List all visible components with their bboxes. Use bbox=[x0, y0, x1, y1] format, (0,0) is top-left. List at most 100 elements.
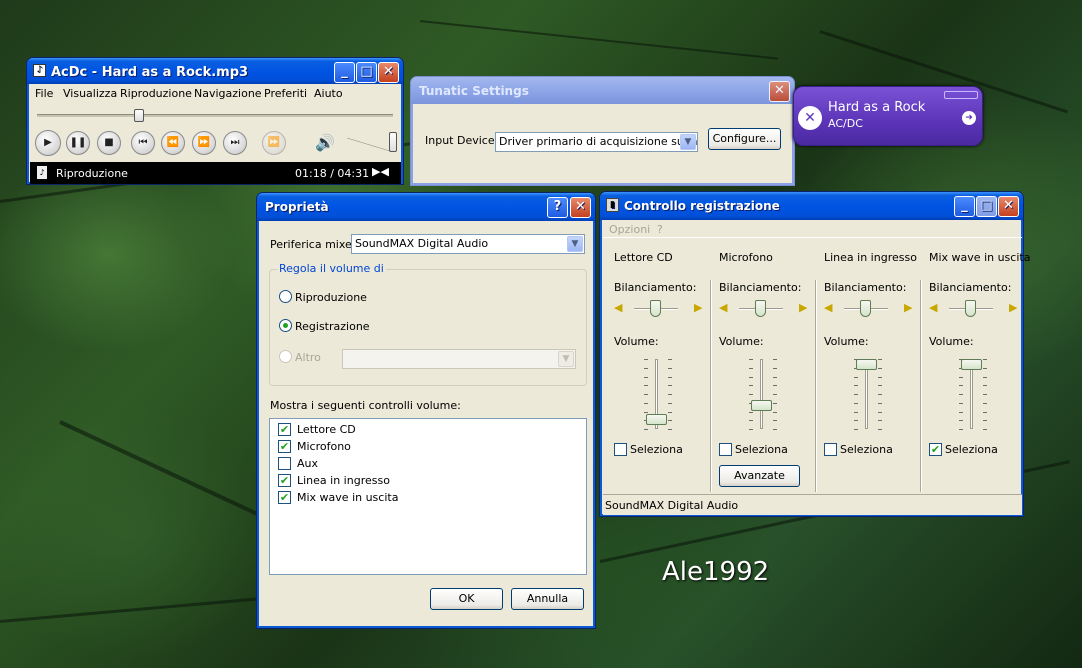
radio-playback-label[interactable]: Riproduzione bbox=[295, 291, 367, 304]
fast-forward-button[interactable]: ⏩ bbox=[192, 131, 216, 155]
checkbox-linea-in-ingresso[interactable]: ✔ bbox=[278, 474, 291, 487]
volume-thumb[interactable] bbox=[856, 359, 877, 370]
volume-slider[interactable] bbox=[347, 138, 393, 152]
select-label[interactable]: Seleziona bbox=[630, 443, 683, 456]
mixer-device-select[interactable]: SoundMAX Digital Audio ▼ bbox=[351, 234, 585, 254]
list-item[interactable]: Aux bbox=[297, 457, 318, 470]
checkbox-lettore-cd[interactable]: ✔ bbox=[278, 423, 291, 436]
tunatic-widget[interactable]: ✕ Hard as a Rock AC/DC ➜ bbox=[793, 86, 983, 146]
checkbox-mix-wave[interactable]: ✔ bbox=[278, 491, 291, 504]
cancel-button[interactable]: Annulla bbox=[511, 588, 584, 610]
balance-thumb[interactable] bbox=[860, 300, 871, 317]
configure-button[interactable]: Configure... bbox=[708, 128, 781, 150]
list-item[interactable]: Microfono bbox=[297, 440, 351, 453]
radio-record-label[interactable]: Registrazione bbox=[295, 320, 370, 333]
volume-thumb[interactable] bbox=[751, 399, 772, 411]
list-item[interactable]: Mix wave in uscita bbox=[297, 491, 398, 504]
column-separator bbox=[710, 280, 712, 492]
radio-record[interactable] bbox=[279, 319, 292, 332]
list-item[interactable]: Lettore CD bbox=[297, 423, 356, 436]
checkbox-microfono[interactable]: ✔ bbox=[278, 440, 291, 453]
properties-dialog: Proprietà ? ✕ Periferica mixer: SoundMAX… bbox=[256, 192, 596, 629]
other-device-select[interactable]: ▼ bbox=[342, 349, 576, 369]
channel-name: Lettore CD bbox=[614, 251, 673, 264]
volume-tick bbox=[983, 420, 987, 422]
mixer-device-label: Periferica mixer: bbox=[270, 238, 360, 251]
volume-thumb[interactable] bbox=[646, 414, 667, 426]
volume-tick bbox=[878, 367, 882, 369]
select-checkbox[interactable] bbox=[614, 443, 627, 456]
speaker-right-icon: ▶ bbox=[694, 301, 703, 314]
media-player-titlebar[interactable]: ♪ AcDc - Hard as a Rock.mp3 _ □ ✕ bbox=[27, 58, 403, 84]
select-label[interactable]: Seleziona bbox=[735, 443, 788, 456]
tunatic-close-icon[interactable]: ✕ bbox=[798, 106, 822, 130]
radio-playback[interactable] bbox=[279, 290, 292, 303]
radio-other-label[interactable]: Altro bbox=[295, 351, 321, 364]
chevron-down-icon[interactable]: ▼ bbox=[680, 134, 696, 150]
volume-controls-list-title: Mostra i seguenti controlli volume: bbox=[270, 399, 461, 412]
chevron-down-icon[interactable]: ▼ bbox=[567, 236, 583, 252]
properties-title: Proprietà bbox=[265, 200, 329, 214]
select-label[interactable]: Seleziona bbox=[945, 443, 998, 456]
stop-button[interactable]: ■ bbox=[97, 131, 121, 155]
list-item[interactable]: Linea in ingresso bbox=[297, 474, 390, 487]
menu-visualizza[interactable]: Visualizza bbox=[63, 87, 117, 100]
volume-tick bbox=[668, 420, 672, 422]
volume-tick bbox=[983, 359, 987, 360]
volume-tick bbox=[668, 367, 672, 369]
menu-navigazione[interactable]: Navigazione bbox=[194, 87, 262, 100]
channel-column-mix-wave-in-uscita: Mix wave in uscita Bilanciamento: ◀ ▶ Volume… bbox=[925, 192, 1030, 492]
menu-file[interactable]: File bbox=[35, 87, 53, 100]
chevron-down-icon[interactable]: ▼ bbox=[558, 351, 574, 367]
input-device-select[interactable]: Driver primario di acquisizione suoni ▼ bbox=[495, 132, 698, 152]
balance-thumb[interactable] bbox=[755, 300, 766, 317]
volume-track[interactable] bbox=[760, 359, 763, 429]
volume-tick bbox=[644, 429, 648, 430]
properties-close-button[interactable]: ✕ bbox=[570, 197, 591, 218]
pause-button[interactable]: ❚❚ bbox=[66, 131, 90, 155]
select-checkbox[interactable] bbox=[824, 443, 837, 456]
play-button[interactable]: ▶ bbox=[35, 130, 61, 156]
select-checkbox[interactable]: ✔ bbox=[929, 443, 942, 456]
volume-thumb[interactable] bbox=[389, 132, 397, 152]
balance-label: Bilanciamento: bbox=[614, 281, 697, 294]
volume-tick bbox=[878, 411, 882, 413]
tunatic-close-button[interactable]: ✕ bbox=[769, 81, 790, 102]
balance-thumb[interactable] bbox=[650, 300, 661, 317]
mini-mode-icon[interactable]: ▶◀ bbox=[372, 165, 389, 178]
media-player-title: AcDc - Hard as a Rock.mp3 bbox=[51, 65, 249, 80]
next-button[interactable]: ⏭ bbox=[223, 131, 247, 155]
volume-speaker-icon[interactable]: 🔊 bbox=[315, 133, 335, 152]
volume-thumb[interactable] bbox=[961, 359, 982, 370]
menu-aiuto[interactable]: Aiuto bbox=[314, 87, 343, 100]
select-checkbox[interactable] bbox=[719, 443, 732, 456]
maximize-button[interactable]: □ bbox=[356, 62, 377, 83]
help-button[interactable]: ? bbox=[547, 197, 568, 218]
balance-thumb[interactable] bbox=[965, 300, 976, 317]
tunatic-artist: AC/DC bbox=[828, 117, 863, 130]
rewind-button[interactable]: ⏪ bbox=[161, 131, 185, 155]
seek-bar[interactable] bbox=[37, 114, 393, 117]
seek-thumb[interactable] bbox=[134, 109, 144, 122]
select-label[interactable]: Seleziona bbox=[840, 443, 893, 456]
close-button[interactable]: ✕ bbox=[378, 62, 399, 83]
switch-mode-button[interactable]: ⏩ bbox=[262, 131, 286, 155]
tunatic-arrow-icon[interactable]: ➜ bbox=[962, 111, 976, 125]
previous-button[interactable]: ⏮ bbox=[131, 131, 155, 155]
tunatic-titlebar[interactable]: Tunatic Settings ✕ bbox=[411, 77, 794, 104]
radio-other[interactable] bbox=[279, 350, 292, 363]
properties-titlebar[interactable]: Proprietà ? ✕ bbox=[257, 193, 595, 221]
volume-tick bbox=[644, 394, 648, 395]
volume-tick bbox=[854, 420, 858, 422]
volume-label: Volume: bbox=[614, 335, 659, 348]
ok-button[interactable]: OK bbox=[430, 588, 503, 610]
volume-tick bbox=[668, 429, 672, 430]
advanced-button[interactable]: Avanzate bbox=[719, 465, 800, 487]
tunatic-window-controls[interactable] bbox=[944, 91, 978, 99]
minimize-button[interactable]: _ bbox=[334, 62, 355, 83]
volume-tick bbox=[668, 394, 672, 395]
checkbox-aux[interactable] bbox=[278, 457, 291, 470]
menu-riproduzione[interactable]: Riproduzione bbox=[120, 87, 192, 100]
menu-preferiti[interactable]: Preferiti bbox=[264, 87, 307, 100]
volume-tick bbox=[773, 385, 777, 387]
